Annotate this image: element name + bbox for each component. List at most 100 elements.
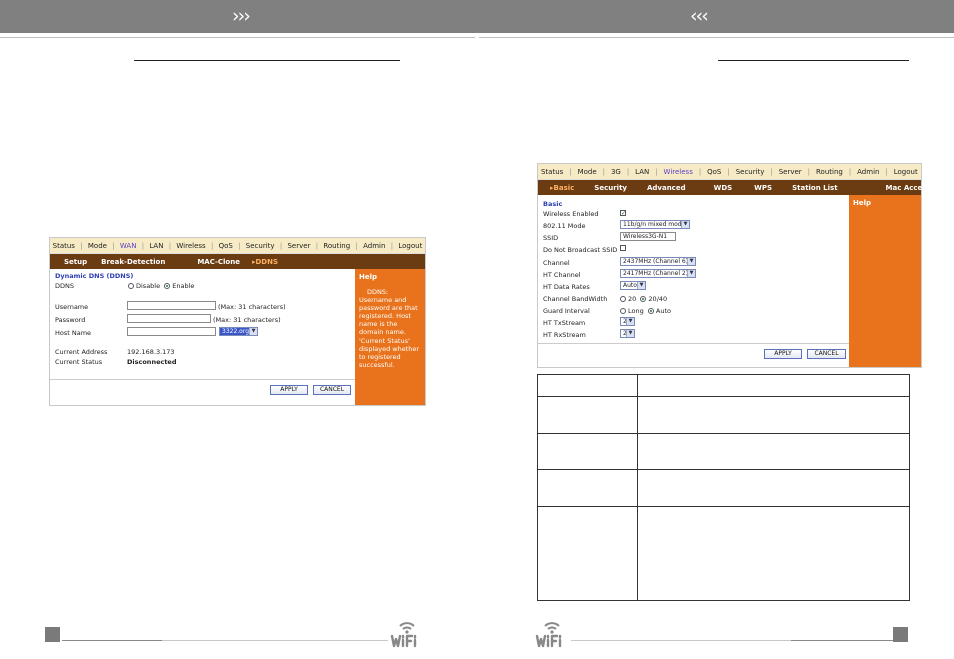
subnav-item-wds[interactable]: WDS [706, 184, 747, 192]
section-title: Dynamic DNS (DDNS) [55, 272, 134, 280]
wifi-logo-icon [535, 622, 562, 648]
help-title: Help [359, 273, 378, 281]
help-text: DDNS: Username and password are that reg… [359, 287, 420, 369]
password-input[interactable] [127, 314, 211, 323]
nav-item-server[interactable]: Server [779, 168, 802, 176]
footer-rule-right-light [571, 640, 791, 641]
nav-item-wireless[interactable]: Wireless [664, 168, 693, 176]
apply-button[interactable]: APPLY [270, 385, 308, 395]
ddns-form: Dynamic DNS (DDNS) DDNS Disable Enable U… [50, 269, 355, 405]
nav-item-lan[interactable]: LAN [149, 242, 163, 250]
section-title: Basic [543, 200, 563, 208]
ht-rates-label: HT Data Rates [543, 283, 590, 291]
nav-separator: | [770, 167, 773, 176]
mode-label: 802.11 Mode [543, 222, 586, 230]
chevron-down-icon: ▼ [626, 318, 634, 325]
rx-select[interactable]: 2 ▼ [620, 329, 635, 338]
subnav-item-security[interactable]: Security [586, 184, 639, 192]
guard-auto-label: Auto [655, 307, 671, 315]
subnav-item-wps[interactable]: WPS [746, 184, 784, 192]
ssid-input[interactable]: Wireless3G-N1 [620, 232, 676, 241]
guard-radios: Long Auto [620, 307, 671, 315]
mode-select[interactable]: 11b/g/n mixed mode ▼ [620, 220, 690, 229]
guard-auto-radio[interactable] [647, 308, 654, 314]
ht-channel-select[interactable]: 2417MHz (Channel 2) ▼ [620, 269, 696, 278]
password-label: Password [55, 316, 86, 324]
subnav-item-mac-clone[interactable]: MAC-Clone [189, 258, 244, 266]
nav-item-logout[interactable]: Logout [398, 242, 422, 250]
guard-long-radio[interactable] [620, 308, 626, 314]
nav-separator: | [210, 241, 214, 250]
nav-item-mode[interactable]: Mode [88, 242, 107, 250]
top-nav: Status | Mode | 3G | LAN | Wireless | QoS | Security… [538, 164, 921, 180]
subnav-item-ddns[interactable]: ▸DDNS [244, 258, 286, 266]
nav-item-admin[interactable]: Admin [857, 168, 879, 176]
table-cell [537, 506, 638, 601]
nav-item-routing[interactable]: Routing [816, 168, 843, 176]
ht-channel-label: HT Channel [543, 271, 581, 279]
hostname-input[interactable] [127, 327, 216, 336]
nav-item-security[interactable]: Security [246, 242, 275, 250]
chevron-down-icon: ▼ [637, 282, 645, 289]
nav-item-3g[interactable]: 3G [611, 168, 621, 176]
form-divider [538, 343, 849, 344]
nav-item-wireless[interactable]: Wireless [176, 242, 205, 250]
table-row [537, 433, 910, 470]
wireless-enabled-checkbox[interactable]: ✓ [620, 209, 626, 217]
wireless-enabled-label: Wireless Enabled [543, 210, 599, 218]
bandwidth-2040-radio[interactable] [640, 296, 647, 302]
nav-separator: | [355, 241, 358, 250]
subnav-item-advanced[interactable]: Advanced [639, 184, 706, 192]
ddns-radios: Disable Enable [128, 282, 194, 290]
sub-nav: ▸Basic Security Advanced WDS WPS Station List… [538, 180, 931, 195]
chevron-left-icon: ‹‹‹ [690, 5, 709, 27]
ht-rates-select[interactable]: Auto ▼ [620, 281, 646, 290]
subnav-item-setup[interactable]: Setup [56, 258, 93, 266]
nav-separator: | [569, 167, 572, 176]
mode-value: 11b/g/n mixed mode [623, 221, 686, 228]
status-value: Disconnected [127, 358, 177, 366]
ddns-disable-radio[interactable] [128, 283, 134, 289]
cancel-button[interactable]: CANCEL [313, 385, 351, 395]
nav-item-routing[interactable]: Routing [323, 242, 350, 250]
apply-button[interactable]: APPLY [764, 349, 802, 359]
sub-nav: Setup Break-Detection MAC-Clone ▸DDNS [50, 254, 425, 269]
nav-item-status[interactable]: Status [541, 168, 563, 176]
heading-underline-right [718, 60, 909, 61]
nav-separator: | [80, 241, 83, 250]
subnav-item-break-detection[interactable]: Break-Detection [93, 258, 189, 266]
nav-separator: | [602, 167, 605, 176]
wireless-content: Basic Wireless Enabled ✓ 802.11 Mode 11b… [538, 195, 921, 367]
nav-item-lan[interactable]: LAN [635, 168, 649, 176]
broadcast-checkbox[interactable] [620, 245, 626, 253]
hostname-domain-value: 3322.org [222, 328, 250, 335]
nav-item-server[interactable]: Server [287, 242, 310, 250]
username-input[interactable] [127, 301, 216, 310]
nav-separator: | [238, 241, 241, 250]
subnav-item-mac-access[interactable]: Mac Access [878, 184, 939, 192]
subnav-item-basic[interactable]: ▸Basic [542, 184, 586, 192]
bandwidth-label: Channel BandWidth [543, 295, 608, 303]
tx-select[interactable]: 2 ▼ [620, 317, 635, 326]
nav-item-logout[interactable]: Logout [894, 168, 918, 176]
nav-item-qos[interactable]: QoS [219, 242, 233, 250]
nav-item-admin[interactable]: Admin [363, 242, 385, 250]
bandwidth-20-radio[interactable] [620, 296, 626, 302]
subnav-item-station-list[interactable]: Station List [784, 184, 877, 192]
cancel-button[interactable]: CANCEL [807, 349, 846, 359]
nav-item-security[interactable]: Security [736, 168, 765, 176]
ddns-enable-radio[interactable] [164, 283, 171, 289]
nav-item-wan[interactable]: WAN [120, 242, 137, 250]
bandwidth-radios: 20 20/40 [620, 295, 667, 303]
table-cell [637, 433, 910, 470]
nav-item-qos[interactable]: QoS [707, 168, 721, 176]
help-panel: Help DDNS: Username and password are tha… [355, 269, 425, 405]
manual-spread: ››› ‹‹‹ Status | Mode | WAN | LAN | Wireless | QoS… [0, 0, 954, 659]
channel-select[interactable]: 2437MHz (Channel 6) ▼ [620, 257, 696, 266]
nav-item-mode[interactable]: Mode [578, 168, 597, 176]
hostname-domain-select[interactable]: 3322.org ▼ [219, 327, 258, 336]
nav-separator: | [390, 241, 394, 250]
ht-rates-value: Auto [623, 282, 637, 289]
nav-item-status[interactable]: Status [53, 242, 75, 250]
guard-long-label: Long [628, 307, 644, 315]
